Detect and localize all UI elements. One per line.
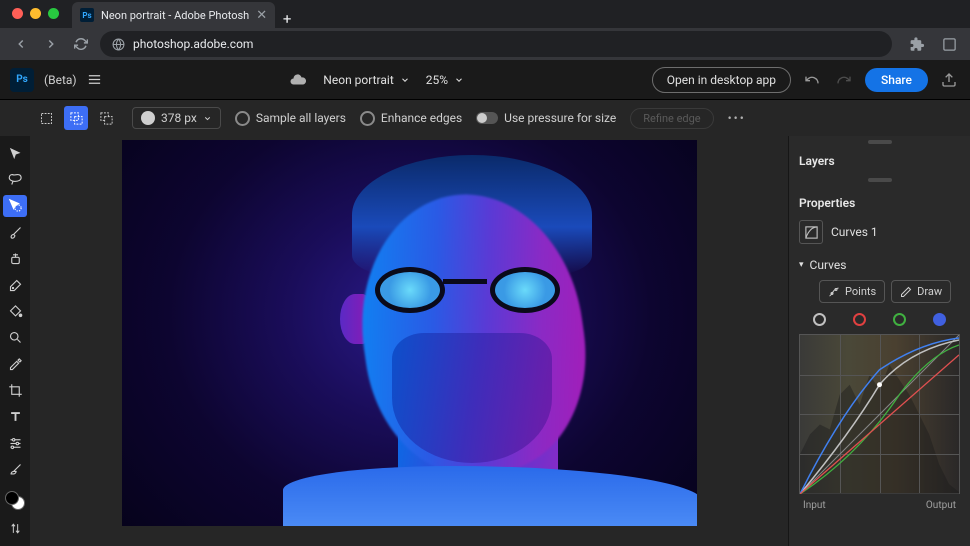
enhance-edges-toggle[interactable]: Enhance edges: [360, 111, 462, 126]
output-label: Output: [926, 500, 956, 511]
heal-tool[interactable]: [3, 274, 27, 296]
redo-icon[interactable]: [833, 69, 855, 91]
zoom-dropdown[interactable]: 25%: [426, 73, 464, 87]
add-selection-icon[interactable]: [64, 106, 88, 130]
chevron-down-icon: [454, 75, 464, 85]
quick-select-tool[interactable]: [3, 195, 27, 217]
curves-section-header[interactable]: ▾ Curves: [789, 248, 970, 280]
move-tool[interactable]: [3, 142, 27, 164]
app-header: Ps (Beta) Neon portrait 25% Open in desk…: [0, 60, 970, 100]
document-name[interactable]: Neon portrait: [323, 73, 409, 87]
toolbar: [0, 136, 30, 546]
lasso-tool[interactable]: [3, 168, 27, 190]
color-swatch[interactable]: [5, 491, 25, 510]
tab-title: Neon portrait - Adobe Photosh: [101, 9, 249, 22]
brush-size-dropdown[interactable]: 378 px: [132, 107, 221, 129]
export-icon[interactable]: [938, 69, 960, 91]
points-mode-button[interactable]: Points: [819, 280, 885, 303]
right-panels: Layers Properties Curves 1 ▾ Curves Poin…: [788, 136, 970, 546]
clone-tool[interactable]: [3, 248, 27, 270]
undo-icon[interactable]: [801, 69, 823, 91]
extensions-icon[interactable]: [906, 33, 928, 55]
address-bar: photoshop.adobe.com: [0, 28, 970, 60]
subtract-selection-icon[interactable]: [94, 106, 118, 130]
browser-chrome: Ps Neon portrait - Adobe Photosh ✕ + pho…: [0, 0, 970, 60]
canvas-area[interactable]: [30, 136, 788, 546]
properties-panel-title[interactable]: Properties: [789, 186, 970, 216]
browser-tab[interactable]: Ps Neon portrait - Adobe Photosh ✕: [72, 2, 275, 28]
url-input[interactable]: photoshop.adobe.com: [100, 31, 892, 57]
url-text: photoshop.adobe.com: [133, 37, 253, 51]
channel-red[interactable]: [853, 313, 866, 326]
forward-button[interactable]: [40, 33, 62, 55]
more-options-icon[interactable]: •••: [728, 111, 746, 125]
chevron-down-icon: [203, 114, 212, 123]
ps-logo-icon[interactable]: Ps: [10, 68, 34, 92]
workspace: Layers Properties Curves 1 ▾ Curves Poin…: [0, 136, 970, 546]
curves-io-labels: Input Output: [789, 494, 970, 511]
brush-preview-icon: [141, 111, 155, 125]
text-tool[interactable]: [3, 406, 27, 428]
use-pressure-toggle[interactable]: Use pressure for size: [476, 111, 616, 125]
document-canvas[interactable]: [122, 140, 697, 526]
new-tab-button[interactable]: +: [275, 10, 299, 28]
account-icon[interactable]: [938, 33, 960, 55]
curves-graph[interactable]: [799, 334, 960, 494]
channel-rgb[interactable]: [813, 313, 826, 326]
adjustment-layer-row[interactable]: Curves 1: [789, 216, 970, 248]
tab-bar: Ps Neon portrait - Adobe Photosh ✕ +: [0, 0, 970, 28]
crop-tool[interactable]: [3, 379, 27, 401]
switch-off-icon: [476, 112, 498, 124]
dodge-tool[interactable]: [3, 327, 27, 349]
minimize-window[interactable]: [30, 8, 41, 19]
cloud-icon[interactable]: [289, 71, 307, 89]
menu-icon[interactable]: [87, 72, 102, 87]
reload-button[interactable]: [70, 33, 92, 55]
draw-mode-button[interactable]: Draw: [891, 280, 951, 303]
sample-all-layers-toggle[interactable]: Sample all layers: [235, 111, 346, 126]
adjustment-name: Curves 1: [831, 225, 878, 239]
chevron-down-icon: ▾: [799, 260, 804, 270]
channel-selector: [789, 313, 970, 334]
channel-green[interactable]: [893, 313, 906, 326]
favicon-icon: Ps: [80, 8, 94, 22]
close-window[interactable]: [12, 8, 23, 19]
layers-panel-title[interactable]: Layers: [789, 148, 970, 174]
new-selection-icon[interactable]: [34, 106, 58, 130]
maximize-window[interactable]: [48, 8, 59, 19]
refine-edge-button[interactable]: Refine edge: [630, 108, 713, 129]
input-label: Input: [803, 500, 826, 511]
swap-colors-icon[interactable]: [3, 518, 27, 540]
eyedropper-tool[interactable]: [3, 353, 27, 375]
back-button[interactable]: [10, 33, 32, 55]
radio-off-icon: [360, 111, 375, 126]
close-tab-icon[interactable]: ✕: [256, 8, 267, 23]
panel-drag-handle[interactable]: [868, 140, 892, 144]
channel-blue[interactable]: [933, 313, 946, 326]
fill-tool[interactable]: [3, 300, 27, 322]
radio-off-icon: [235, 111, 250, 126]
open-desktop-button[interactable]: Open in desktop app: [652, 67, 791, 93]
curves-adjustment-icon: [799, 220, 823, 244]
adjust-tool[interactable]: [3, 432, 27, 454]
beta-label: (Beta): [44, 73, 77, 87]
panel-drag-handle[interactable]: [868, 178, 892, 182]
brush-tool[interactable]: [3, 221, 27, 243]
options-bar: 378 px Sample all layers Enhance edges U…: [0, 100, 970, 136]
share-button[interactable]: Share: [865, 68, 928, 92]
chevron-down-icon: [400, 75, 410, 85]
window-controls: [12, 8, 59, 19]
eraser-tool[interactable]: [3, 459, 27, 481]
